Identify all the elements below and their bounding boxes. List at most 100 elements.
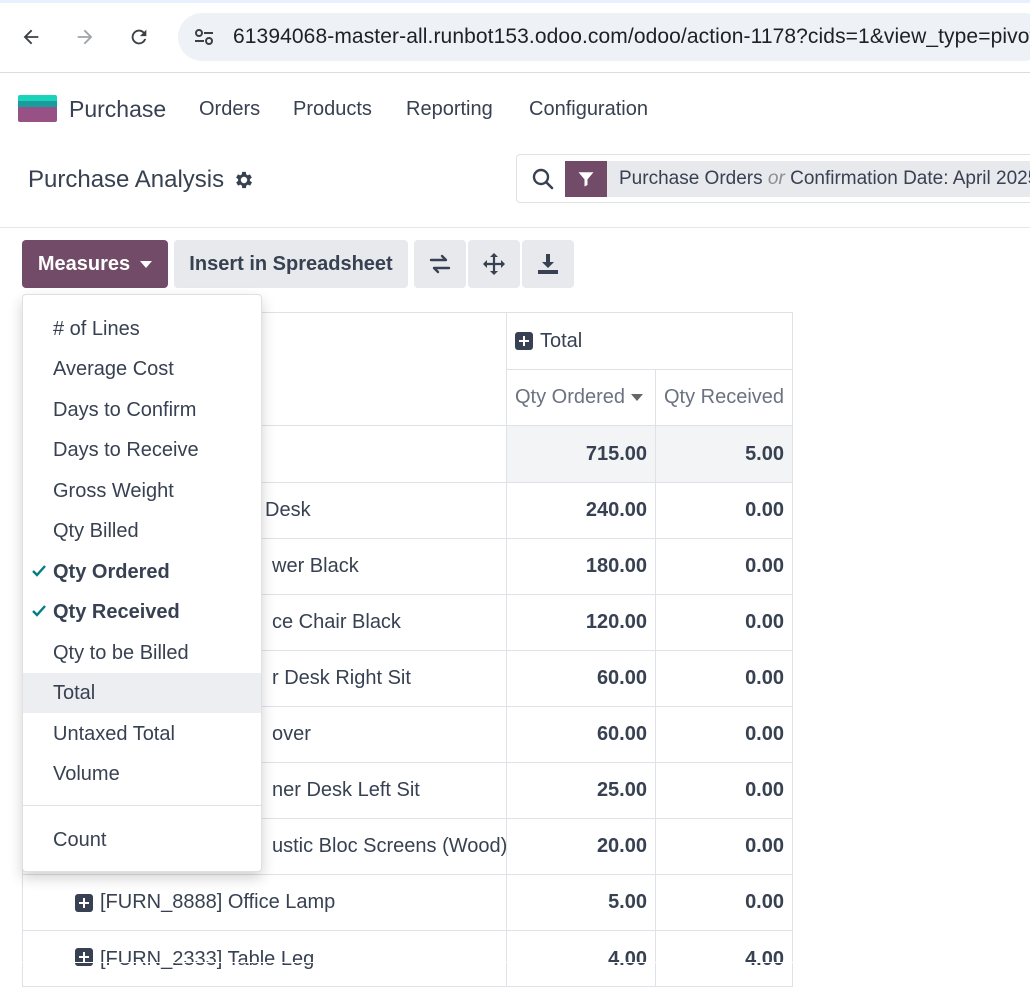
row-label: ce Chair Black: [272, 611, 401, 633]
measure-option-label: Total: [53, 681, 96, 704]
search-facet[interactable]: Purchase Orders or Confirmation Date: Ap…: [565, 161, 1030, 197]
menu-configuration[interactable]: Configuration: [529, 98, 648, 121]
measure-header-qty-received[interactable]: Qty Received: [655, 369, 793, 426]
measure-label-qty-received: Qty Received: [664, 386, 785, 408]
measure-option-label: Count: [53, 828, 107, 851]
cell-qty-ordered: 120.00: [506, 594, 656, 651]
arrow-left-icon: [23, 29, 39, 45]
measure-option-label: Qty Ordered: [53, 560, 170, 583]
expand-all-icon: [483, 253, 505, 275]
cell-qty-ordered: 180.00: [506, 538, 656, 595]
measure-option-label: Gross Weight: [53, 479, 174, 502]
cell-qty-received: 0.00: [655, 650, 793, 707]
url-text: 61394068-master-all.runbot153.odoo.com/o…: [233, 25, 1030, 48]
flip-axis-button[interactable]: [414, 240, 466, 288]
row-label: wer Black: [272, 555, 359, 577]
dropdown-divider: [23, 805, 261, 806]
cell-qty-received: 0.00: [655, 538, 793, 595]
measure-option[interactable]: Qty to be Billed: [23, 633, 261, 673]
measure-option-label: # of Lines: [53, 317, 140, 340]
measure-option-selected[interactable]: Qty Ordered: [23, 552, 261, 592]
cell-qty-ordered: 60.00: [506, 706, 656, 763]
pivot-col-header-total[interactable]: Total: [506, 312, 793, 370]
checkmark-icon: [32, 605, 46, 617]
measure-option-label: Qty Billed: [53, 519, 139, 542]
menu-reporting[interactable]: Reporting: [406, 98, 493, 121]
measures-button[interactable]: Measures: [22, 240, 168, 288]
back-button[interactable]: [14, 20, 48, 54]
facet-text: Purchase Orders or Confirmation Date: Ap…: [607, 161, 1030, 197]
total-qty-ordered: 715.00: [506, 425, 656, 483]
row-label: [FURN_2333] Table Leg: [100, 948, 315, 970]
expand-all-button[interactable]: [468, 240, 520, 288]
pivot-row-header[interactable]: [FURN_8888] Office Lamp: [22, 874, 507, 931]
search-box[interactable]: Purchase Orders or Confirmation Date: Ap…: [516, 154, 1030, 203]
measures-dropdown: # of Lines Average Cost Days to Confirm …: [22, 294, 262, 872]
insert-in-spreadsheet-button[interactable]: Insert in Spreadsheet: [174, 240, 408, 288]
total-qty-received: 5.00: [655, 425, 793, 483]
gear-icon[interactable]: [233, 169, 255, 191]
cell-qty-ordered: 60.00: [506, 650, 656, 707]
measure-header-qty-ordered[interactable]: Qty Ordered: [506, 369, 656, 426]
expand-plus-icon: [75, 948, 93, 966]
download-button[interactable]: [522, 240, 574, 288]
cell-qty-received: 0.00: [655, 482, 793, 539]
search-icon: [532, 168, 554, 190]
site-settings-icon[interactable]: [192, 25, 216, 49]
measure-option[interactable]: Volume: [23, 754, 261, 794]
row-label: r Desk Right Sit: [272, 667, 411, 689]
row-label: Desk: [265, 499, 311, 521]
cell-qty-ordered: 25.00: [506, 762, 656, 819]
row-label: ner Desk Left Sit: [272, 779, 420, 801]
expand-plus-icon: [75, 893, 93, 912]
measure-option-hovered[interactable]: Total: [23, 673, 261, 713]
purchase-app-icon[interactable]: [18, 95, 57, 122]
cell-qty-ordered: 4.00: [506, 930, 656, 987]
cell-qty-received: 0.00: [655, 874, 793, 931]
measure-option-label: Days to Receive: [53, 438, 199, 461]
measure-option-label: Qty to be Billed: [53, 641, 189, 664]
measure-option-count[interactable]: Count: [23, 820, 261, 860]
cell-qty-received: 0.00: [655, 762, 793, 819]
measure-option-label: Average Cost: [53, 357, 174, 380]
menu-products[interactable]: Products: [293, 98, 372, 121]
measure-option[interactable]: # of Lines: [23, 309, 261, 349]
forward-button[interactable]: [68, 20, 102, 54]
cell-qty-received: 4.00: [655, 930, 793, 987]
cell-qty-ordered: 240.00: [506, 482, 656, 539]
page-title: Purchase Analysis: [28, 166, 225, 193]
sort-desc-icon: [631, 394, 644, 401]
address-bar[interactable]: 61394068-master-all.runbot153.odoo.com/o…: [178, 13, 1030, 61]
measure-option-label: Days to Confirm: [53, 398, 197, 421]
pivot-row-header[interactable]: [FURN_2333] Table Leg: [22, 930, 507, 987]
measure-option-selected[interactable]: Qty Received: [23, 592, 261, 632]
measure-option-label: Qty Received: [53, 600, 180, 623]
facet-value-2: Confirmation Date: April 2025: [790, 168, 1030, 189]
filter-facet: [565, 161, 607, 197]
facet-value-1: Purchase Orders: [619, 168, 763, 189]
col-header-label: Total: [540, 329, 583, 352]
row-label: [FURN_8888] Office Lamp: [100, 891, 336, 913]
insert-label: Insert in Spreadsheet: [189, 252, 393, 275]
measure-option[interactable]: Gross Weight: [23, 471, 261, 511]
menu-orders[interactable]: Orders: [199, 98, 260, 121]
measure-option[interactable]: Days to Confirm: [23, 390, 261, 430]
measure-option[interactable]: Days to Receive: [23, 430, 261, 470]
app-navbar: Purchase Orders Products Reporting Confi…: [0, 74, 1030, 144]
measure-option[interactable]: Untaxed Total: [23, 714, 261, 754]
arrow-right-icon: [77, 29, 93, 45]
app-name[interactable]: Purchase: [69, 96, 166, 123]
measure-label-qty-ordered: Qty Ordered: [515, 386, 626, 408]
row-label: ustic Bloc Screens (Wood): [272, 835, 507, 857]
checkmark-icon: [32, 565, 46, 577]
measure-option[interactable]: Average Cost: [23, 349, 261, 389]
measure-option[interactable]: Qty Billed: [23, 511, 261, 551]
cell-qty-received: 0.00: [655, 818, 793, 875]
reload-button[interactable]: [122, 20, 156, 54]
facet-separator: or: [767, 168, 785, 189]
expand-plus-icon: [515, 332, 533, 350]
browser-toolbar: 61394068-master-all.runbot153.odoo.com/o…: [0, 0, 1030, 73]
measure-option-label: Untaxed Total: [53, 722, 175, 745]
control-panel: Purchase Analysis Purchase Orders or Con…: [0, 144, 1030, 228]
reload-icon: [131, 29, 147, 45]
